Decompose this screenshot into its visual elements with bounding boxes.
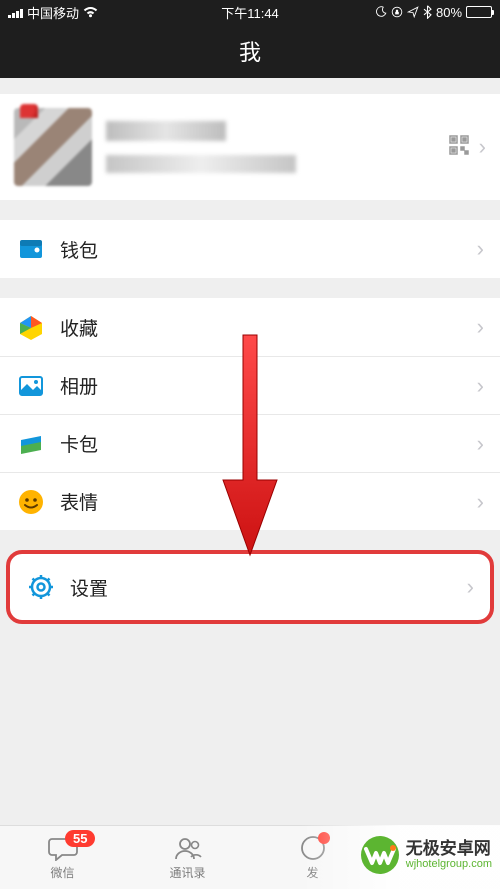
notification-dot: [318, 832, 330, 844]
contacts-icon: [173, 834, 203, 862]
annotation-highlight-box: 设置 ›: [6, 550, 494, 624]
tab-me[interactable]: [375, 826, 500, 889]
tab-label: 微信: [50, 864, 74, 881]
page-title: 我: [239, 35, 261, 67]
tab-bar: 微信 55 通讯录 发: [0, 825, 500, 889]
menu-label: 卡包: [60, 430, 477, 457]
chevron-right-icon: ›: [477, 236, 484, 262]
battery-icon: [466, 6, 492, 18]
carrier-label: 中国移动: [27, 3, 79, 22]
tab-chats[interactable]: 微信 55: [0, 826, 125, 889]
chevron-right-icon: ›: [477, 431, 484, 457]
menu-item-wallet[interactable]: 钱包 ›: [0, 220, 500, 278]
chevron-right-icon: ›: [467, 574, 474, 600]
unread-badge: 55: [65, 830, 95, 847]
menu-group-content: 收藏 › 相册 › 卡包 › 表情 ›: [0, 298, 500, 530]
wifi-icon: [83, 6, 98, 18]
chevron-right-icon: ›: [479, 134, 486, 160]
menu-item-cards[interactable]: 卡包 ›: [0, 414, 500, 472]
chevron-right-icon: ›: [477, 373, 484, 399]
menu-item-album[interactable]: 相册 ›: [0, 356, 500, 414]
status-time: 下午11:44: [221, 3, 279, 22]
battery-pct-label: 80%: [436, 5, 462, 20]
tab-label: 通讯录: [169, 864, 205, 881]
location-icon: [407, 6, 419, 18]
chevron-right-icon: ›: [477, 314, 484, 340]
favorites-icon: [16, 312, 46, 342]
profile-id-blurred: [106, 155, 296, 173]
menu-label: 设置: [70, 574, 467, 601]
menu-label: 相册: [60, 372, 477, 399]
tab-label: 发: [306, 864, 318, 881]
menu-group-wallet: 钱包 ›: [0, 220, 500, 278]
tab-discover[interactable]: 发: [250, 826, 375, 889]
menu-label: 钱包: [60, 236, 477, 263]
qr-code-icon[interactable]: [449, 135, 469, 160]
menu-item-settings[interactable]: 设置 ›: [14, 558, 486, 616]
album-icon: [16, 371, 46, 401]
nav-bar: 我: [0, 24, 500, 78]
person-icon: [425, 844, 451, 872]
cards-icon: [16, 429, 46, 459]
sticker-icon: [16, 487, 46, 517]
chevron-right-icon: ›: [477, 489, 484, 515]
profile-name-blurred: [106, 121, 226, 141]
menu-label: 表情: [60, 488, 477, 515]
wallet-icon: [16, 234, 46, 264]
menu-item-stickers[interactable]: 表情 ›: [0, 472, 500, 530]
profile-text: [106, 121, 449, 173]
signal-icon: [8, 7, 23, 18]
dnd-moon-icon: [375, 6, 387, 18]
settings-gear-icon: [26, 572, 56, 602]
status-bar: 中国移动 下午11:44 80%: [0, 0, 500, 24]
profile-card[interactable]: ›: [0, 94, 500, 200]
menu-item-favorites[interactable]: 收藏 ›: [0, 298, 500, 356]
avatar: [14, 108, 92, 186]
orientation-lock-icon: [391, 6, 403, 18]
tab-contacts[interactable]: 通讯录: [125, 826, 250, 889]
menu-label: 收藏: [60, 314, 477, 341]
bluetooth-icon: [423, 5, 432, 19]
